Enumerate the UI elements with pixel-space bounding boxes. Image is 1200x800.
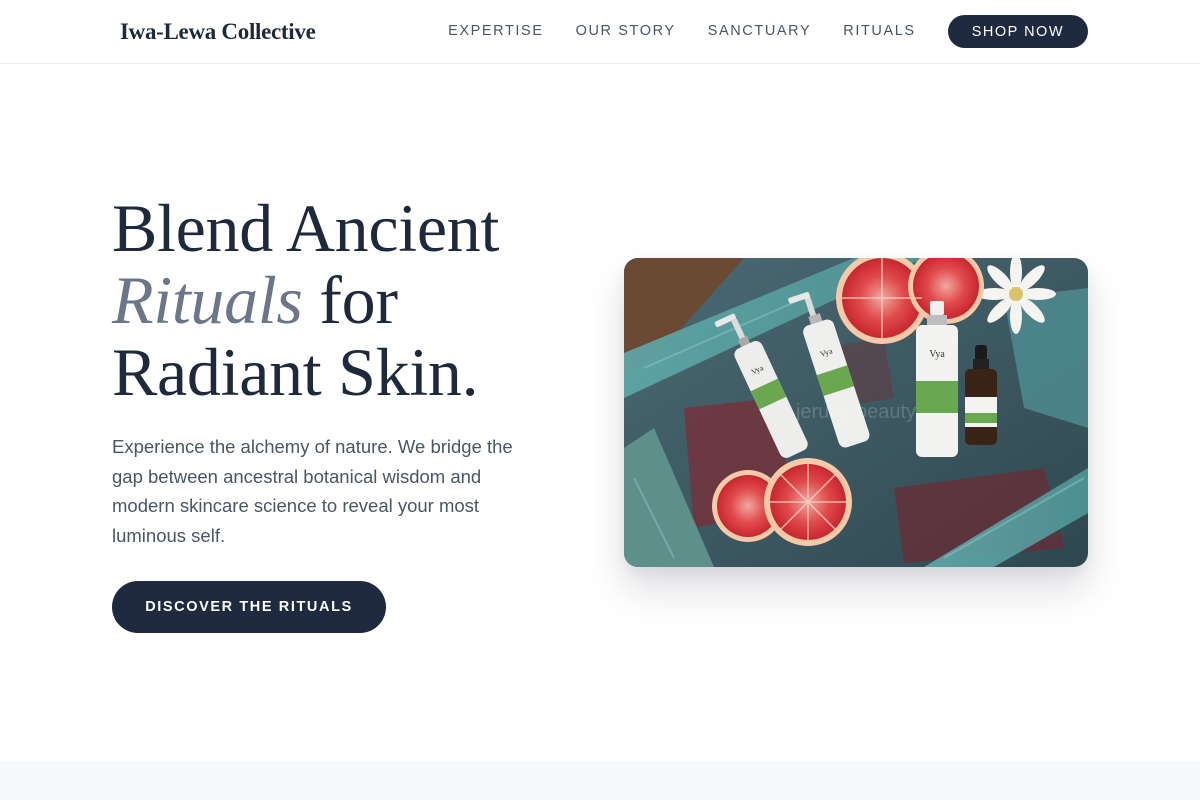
shop-now-button[interactable]: SHOP NOW bbox=[947, 15, 1088, 48]
next-section-band bbox=[0, 761, 1200, 800]
hero-product-image: Vya Vya Vya jeruca beauty bbox=[624, 258, 1088, 567]
nav-link-expertise[interactable]: EXPERTISE bbox=[448, 15, 544, 48]
discover-rituals-button[interactable]: DISCOVER THE RITUALS bbox=[112, 581, 386, 633]
main-nav: EXPERTISE OUR STORY SANCTUARY RITUALS SH… bbox=[448, 15, 1088, 48]
hero-title-emphasis: Rituals bbox=[112, 262, 303, 338]
brand-logo[interactable]: Iwa-Lewa Collective bbox=[120, 17, 316, 47]
hero-title-line-3: Radiant Skin. bbox=[112, 334, 479, 410]
nav-link-rituals[interactable]: RITUALS bbox=[843, 15, 915, 48]
hero-title: Blend Ancient Rituals for Radiant Skin. bbox=[112, 192, 592, 408]
nav-link-sanctuary[interactable]: SANCTUARY bbox=[708, 15, 812, 48]
hero-description: Experience the alchemy of nature. We bri… bbox=[112, 436, 513, 546]
nav-link-our-story[interactable]: OUR STORY bbox=[576, 15, 676, 48]
svg-text:Vya: Vya bbox=[929, 349, 945, 360]
hero-title-line-2: for bbox=[319, 262, 398, 338]
site-header: Iwa-Lewa Collective EXPERTISE OUR STORY … bbox=[0, 0, 1200, 64]
svg-text:jeruca beauty: jeruca beauty bbox=[795, 401, 916, 423]
hero-title-line-1: Blend Ancient bbox=[112, 190, 500, 266]
